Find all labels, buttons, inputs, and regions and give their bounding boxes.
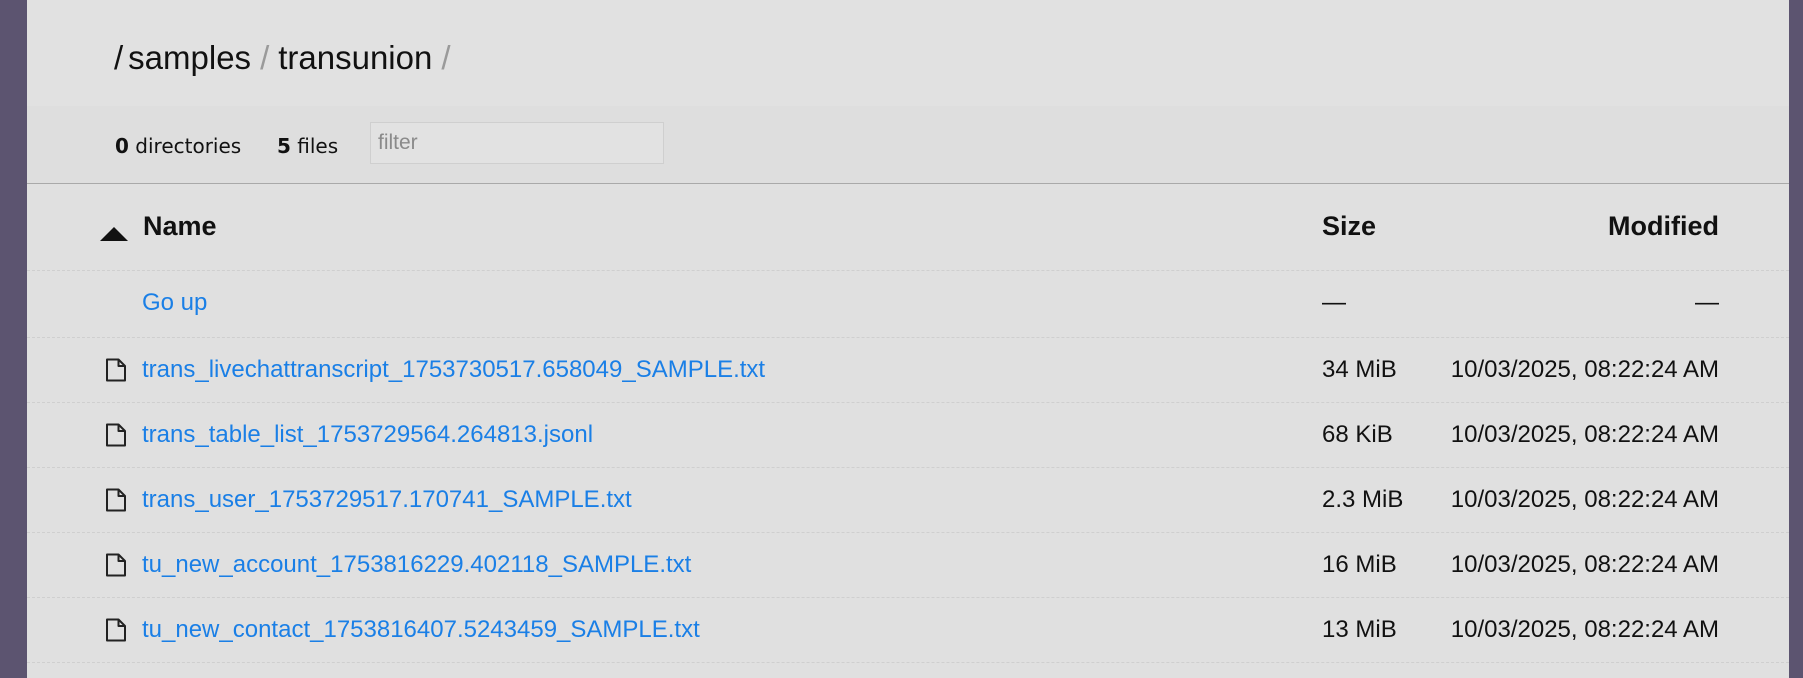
column-header-modified[interactable]: Modified (1608, 211, 1719, 242)
file-size: 13 MiB (1322, 616, 1397, 643)
file-browser-panel: / samples / transunion/ 0 directories 5 fil… (27, 0, 1789, 678)
file-row: tu_new_account_1753816229.402118_SAMPLE.… (27, 533, 1789, 598)
breadcrumb: / samples / transunion / (114, 36, 460, 80)
column-header-name[interactable]: Name (143, 211, 217, 242)
go-up-link[interactable]: Go up (142, 289, 207, 317)
filter-input[interactable] (370, 122, 664, 164)
breadcrumb-separator: / (441, 39, 451, 76)
file-modified: 10/03/2025, 08:22:24 AM (1450, 551, 1719, 578)
table-header: Name Size Modified (27, 184, 1789, 271)
directories-count: 0 directories (115, 134, 241, 158)
breadcrumb-link-transunion[interactable]: transunion (278, 39, 432, 76)
file-row: trans_livechattranscript_1753730517.6580… (27, 338, 1789, 403)
file-modified: 10/03/2025, 08:22:24 AM (1450, 486, 1719, 513)
file-link[interactable]: trans_table_list_1753729564.264813.jsonl (142, 421, 593, 449)
file-row: trans_table_list_1753729564.264813.jsonl… (27, 403, 1789, 468)
file-row: trans_user_1753729517.170741_SAMPLE.txt … (27, 468, 1789, 533)
file-size: 16 MiB (1322, 551, 1397, 578)
file-icon (106, 423, 126, 447)
go-up-modified: — (1695, 289, 1719, 316)
file-link[interactable]: trans_livechattranscript_1753730517.6580… (142, 356, 765, 384)
file-icon (106, 358, 126, 382)
breadcrumb-separator: / (260, 39, 270, 76)
go-up-size: — (1322, 289, 1346, 316)
directories-count-label: directories (135, 134, 242, 158)
breadcrumb-link-samples[interactable]: samples (128, 39, 251, 76)
file-size: 2.3 MiB (1322, 486, 1404, 513)
file-size: 34 MiB (1322, 356, 1397, 383)
file-modified: 10/03/2025, 08:22:24 AM (1450, 616, 1719, 643)
file-link[interactable]: tu_new_contact_1753816407.5243459_SAMPLE… (142, 616, 700, 644)
listing-summary: 0 directories 5 files (27, 106, 1789, 184)
file-link[interactable]: trans_user_1753729517.170741_SAMPLE.txt (142, 486, 632, 514)
file-row: tu_new_contact_1753816407.5243459_SAMPLE… (27, 598, 1789, 663)
file-size: 68 KiB (1322, 421, 1393, 448)
files-count-value: 5 (277, 134, 291, 158)
file-icon (106, 553, 126, 577)
files-count-label: files (297, 134, 339, 158)
go-up-row: Go up — — (27, 271, 1789, 338)
file-modified: 10/03/2025, 08:22:24 AM (1450, 421, 1719, 448)
page-header: / samples / transunion / (27, 0, 1789, 106)
file-modified: 10/03/2025, 08:22:24 AM (1450, 356, 1719, 383)
sort-ascending-icon[interactable] (100, 227, 128, 241)
files-count: 5 files (277, 134, 338, 158)
directories-count-value: 0 (115, 134, 129, 158)
file-link[interactable]: tu_new_account_1753816229.402118_SAMPLE.… (142, 551, 691, 579)
column-header-size[interactable]: Size (1322, 211, 1376, 242)
breadcrumb-root-separator: / (114, 39, 124, 76)
file-icon (106, 618, 126, 642)
file-icon (106, 488, 126, 512)
